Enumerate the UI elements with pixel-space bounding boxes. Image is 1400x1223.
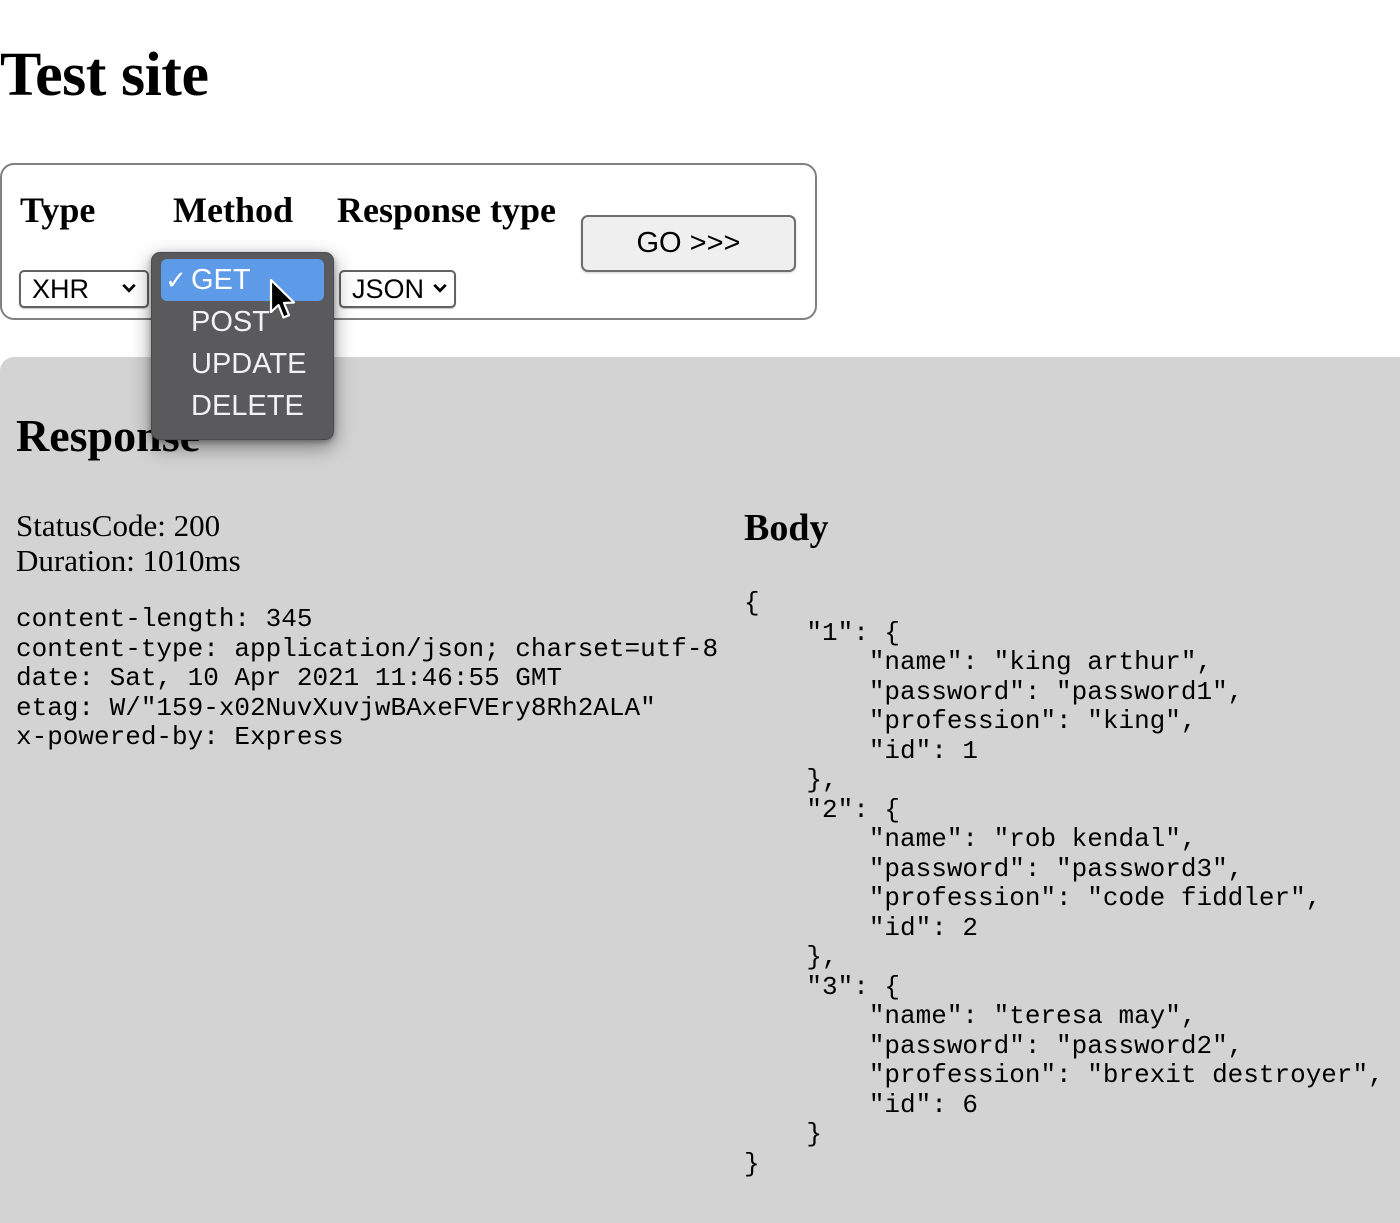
method-dropdown-menu[interactable]: ✓ GET ✓ POST ✓ UPDATE ✓ DELETE: [151, 252, 334, 440]
method-option-get[interactable]: ✓ GET: [161, 259, 324, 301]
method-option-delete[interactable]: ✓ DELETE: [161, 385, 324, 427]
go-button[interactable]: GO >>>: [581, 215, 796, 272]
method-option-label: GET: [191, 263, 251, 296]
method-option-post[interactable]: ✓ POST: [161, 301, 324, 343]
duration-line: Duration: 1010ms: [16, 543, 241, 579]
response-headers: content-length: 345 content-type: applic…: [16, 604, 719, 752]
body-heading: Body: [744, 507, 829, 549]
type-label: Type: [20, 190, 96, 230]
method-option-label: DELETE: [191, 389, 304, 422]
chevron-down-icon: [433, 284, 447, 293]
method-option-label: POST: [191, 305, 270, 338]
page-title: Test site: [0, 41, 209, 109]
response-type-select[interactable]: JSON: [339, 270, 456, 308]
response-status-block: StatusCode: 200 Duration: 1010ms: [16, 508, 241, 579]
type-select-value: XHR: [32, 273, 90, 304]
method-label: Method: [173, 190, 293, 230]
type-select[interactable]: XHR: [19, 270, 149, 308]
response-type-select-value: JSON: [352, 273, 425, 304]
response-type-label: Response type: [337, 190, 557, 230]
response-body-json: { "1": { "name": "king arthur", "passwor…: [744, 588, 1384, 1179]
response-panel: Response StatusCode: 200 Duration: 1010m…: [0, 357, 1400, 1223]
method-option-update[interactable]: ✓ UPDATE: [161, 343, 324, 385]
method-option-label: UPDATE: [191, 347, 307, 380]
checkmark-icon: ✓: [165, 265, 187, 295]
chevron-down-icon: [122, 284, 136, 293]
status-code-line: StatusCode: 200: [16, 508, 221, 543]
